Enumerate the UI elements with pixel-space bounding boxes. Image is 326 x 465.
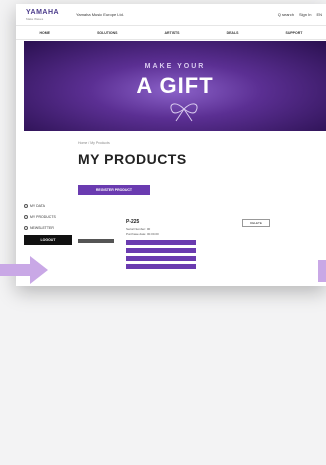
arrow-left-icon — [318, 260, 326, 282]
nav-item-support[interactable]: SUPPORT — [285, 31, 302, 35]
breadcrumb[interactable]: Home / My Products — [78, 141, 110, 145]
sidebar-item-my-products[interactable]: MY PRODUCTS — [24, 211, 72, 222]
nav-item-deals[interactable]: DEALS — [227, 31, 239, 35]
gift-bow-icon — [170, 103, 198, 122]
site-title: Yamaha Music Europe Ltd. — [76, 12, 124, 17]
user-icon — [24, 203, 28, 208]
product-meta: Serial Number: 00 Purchase date: 00.00.0… — [126, 227, 159, 236]
sidebar-item-label: NEWSLETTER — [30, 225, 54, 230]
search-link[interactable]: Q search — [278, 12, 294, 17]
product-icon — [24, 214, 28, 219]
sign-in-link[interactable]: Sign In — [299, 12, 311, 17]
nav-item-home[interactable]: HOME — [40, 31, 51, 35]
banner-subtitle: MAKE YOUR — [144, 63, 206, 70]
delete-product-button[interactable]: DELETE — [242, 219, 270, 227]
product-name: P-225 — [126, 219, 140, 225]
product-action-button[interactable] — [126, 248, 196, 253]
sidebar-item-newsletter[interactable]: NEWSLETTER — [24, 222, 72, 233]
page-title: MY PRODUCTS — [78, 151, 187, 167]
header-links: Q search Sign In EN — [278, 12, 322, 17]
register-product-button[interactable]: REGISTER PRODUCT — [78, 185, 150, 195]
product-action-button[interactable] — [126, 264, 196, 269]
nav-item-solutions[interactable]: SOLUTIONS — [97, 31, 117, 35]
yamaha-logo[interactable]: YAMAHA — [26, 9, 59, 16]
language-link[interactable]: EN — [316, 12, 322, 17]
logo-tagline: Make Waves — [26, 17, 44, 21]
logout-button[interactable]: LOGOUT — [24, 235, 72, 245]
promo-banner[interactable]: MAKE YOUR A GIFT — [24, 41, 326, 131]
product-action-button[interactable] — [126, 256, 196, 261]
purchase-date: Purchase date: 00.00.00 — [126, 231, 159, 236]
screenshot-card: YAMAHA Make Waves Yamaha Music Europe Lt… — [16, 4, 326, 286]
account-sidebar: MY DATA MY PRODUCTS NEWSLETTER LOGOUT — [24, 200, 72, 245]
mail-icon — [24, 225, 28, 230]
banner-title: A GIFT — [136, 73, 214, 98]
main-nav: HOME SOLUTIONS ARTISTS DEALS SUPPORT — [16, 26, 326, 40]
product-action-button[interactable] — [126, 240, 196, 245]
product-image — [78, 239, 114, 243]
top-header: YAMAHA Make Waves Yamaha Music Europe Lt… — [16, 4, 326, 26]
sidebar-item-label: MY PRODUCTS — [30, 214, 56, 219]
arrow-right-icon — [0, 256, 48, 284]
sidebar-item-label: MY DATA — [30, 203, 45, 208]
nav-item-artists[interactable]: ARTISTS — [165, 31, 180, 35]
sidebar-item-my-data[interactable]: MY DATA — [24, 200, 72, 211]
